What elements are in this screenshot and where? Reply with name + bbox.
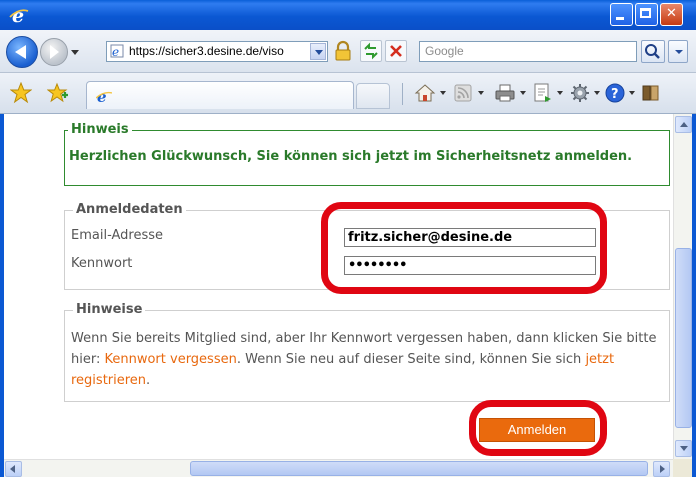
page-dropdown-icon[interactable] — [557, 91, 563, 95]
search-options-button[interactable] — [668, 40, 688, 63]
hints-text-part-2: . Wenn Sie neu auf dieser Seite sind, kö… — [236, 352, 586, 367]
page-icon: e — [110, 44, 124, 58]
favorites-star-icon[interactable] — [10, 82, 32, 104]
toolbar-separator — [402, 83, 403, 105]
page-menu-icon[interactable] — [531, 82, 553, 104]
password-label: Kennwort — [71, 256, 133, 271]
print-dropdown-icon[interactable] — [520, 91, 526, 95]
refresh-button[interactable] — [360, 40, 382, 62]
hints-text: Wenn Sie bereits Mitglied sind, aber Ihr… — [71, 328, 661, 391]
success-notice-message: Herzlichen Glückwunsch, Sie können sich … — [69, 149, 633, 164]
minimize-button[interactable] — [610, 3, 633, 26]
back-button[interactable] — [6, 36, 38, 68]
page-viewport: Hinweis Herzlichen Glückwunsch, Sie könn… — [4, 114, 673, 459]
home-dropdown-icon[interactable] — [440, 91, 446, 95]
vertical-scrollbar[interactable] — [673, 114, 692, 459]
ie-page-icon: e — [96, 88, 112, 104]
navigation-toolbar: e https://sicher3.desine.de/viso Google — [0, 30, 696, 73]
help-dropdown-icon[interactable] — [629, 91, 635, 95]
search-input[interactable]: Google — [419, 41, 637, 62]
add-favorite-icon[interactable] — [47, 82, 69, 104]
refresh-icon — [364, 42, 378, 60]
forward-button[interactable] — [40, 38, 68, 66]
window-frame-right — [692, 114, 696, 477]
hints-legend: Hinweise — [73, 302, 146, 317]
scroll-down-button[interactable] — [675, 440, 692, 457]
horizontal-scroll-thumb[interactable] — [190, 461, 648, 476]
password-field[interactable]: •••••••• — [344, 256, 596, 275]
home-icon[interactable] — [414, 82, 436, 104]
email-label: Email-Adresse — [71, 228, 163, 243]
svg-text:?: ? — [611, 87, 619, 102]
new-tab-button[interactable] — [356, 83, 390, 109]
forgot-password-link[interactable]: Kennwort vergessen — [104, 352, 236, 367]
browser-tab[interactable]: e — [86, 81, 354, 109]
success-notice-box: Hinweis Herzlichen Glückwunsch, Sie könn… — [64, 122, 670, 186]
scrollbar-corner — [673, 459, 692, 477]
vertical-scroll-thumb[interactable] — [675, 248, 692, 428]
email-field[interactable]: fritz.sicher@desine.de — [344, 228, 596, 247]
login-form: Anmeldedaten Email-Adresse fritz.sicher@… — [64, 202, 670, 290]
svg-text:e: e — [12, 5, 24, 26]
tab-toolbar: e ? — [0, 73, 696, 114]
feeds-icon[interactable] — [452, 82, 474, 104]
scroll-left-button[interactable] — [5, 461, 22, 477]
scroll-right-button[interactable] — [653, 461, 670, 477]
tools-gear-icon[interactable] — [569, 82, 591, 104]
login-submit-button[interactable]: Anmelden — [479, 418, 595, 442]
address-bar[interactable]: e https://sicher3.desine.de/viso — [106, 41, 328, 62]
hints-box: Hinweise Wenn Sie bereits Mitglied sind,… — [64, 302, 670, 402]
tools-dropdown-icon[interactable] — [594, 91, 600, 95]
stop-icon — [390, 45, 402, 57]
success-notice-legend: Hinweis — [68, 122, 132, 137]
ie-logo-icon: e — [9, 5, 29, 26]
magnifier-icon — [645, 44, 660, 59]
address-url[interactable]: https://sicher3.desine.de/viso — [129, 44, 306, 58]
search-button[interactable] — [641, 40, 665, 63]
address-dropdown-button[interactable] — [310, 43, 326, 60]
research-icon[interactable] — [640, 82, 662, 104]
close-window-button[interactable]: ✕ — [660, 3, 683, 26]
stop-button[interactable] — [385, 40, 407, 62]
help-icon[interactable]: ? — [604, 82, 626, 104]
padlock-icon[interactable] — [332, 40, 354, 62]
title-bar: e ✕ — [0, 0, 696, 30]
horizontal-scrollbar[interactable] — [4, 459, 673, 477]
print-icon[interactable] — [494, 82, 516, 104]
recent-pages-dropdown-icon[interactable] — [71, 50, 79, 55]
login-form-legend: Anmeldedaten — [73, 202, 186, 217]
svg-text:e: e — [112, 45, 119, 58]
scroll-up-button[interactable] — [675, 116, 692, 133]
maximize-button[interactable] — [635, 3, 658, 26]
feeds-dropdown-icon[interactable] — [478, 91, 484, 95]
hints-text-part-3: . — [146, 373, 151, 388]
